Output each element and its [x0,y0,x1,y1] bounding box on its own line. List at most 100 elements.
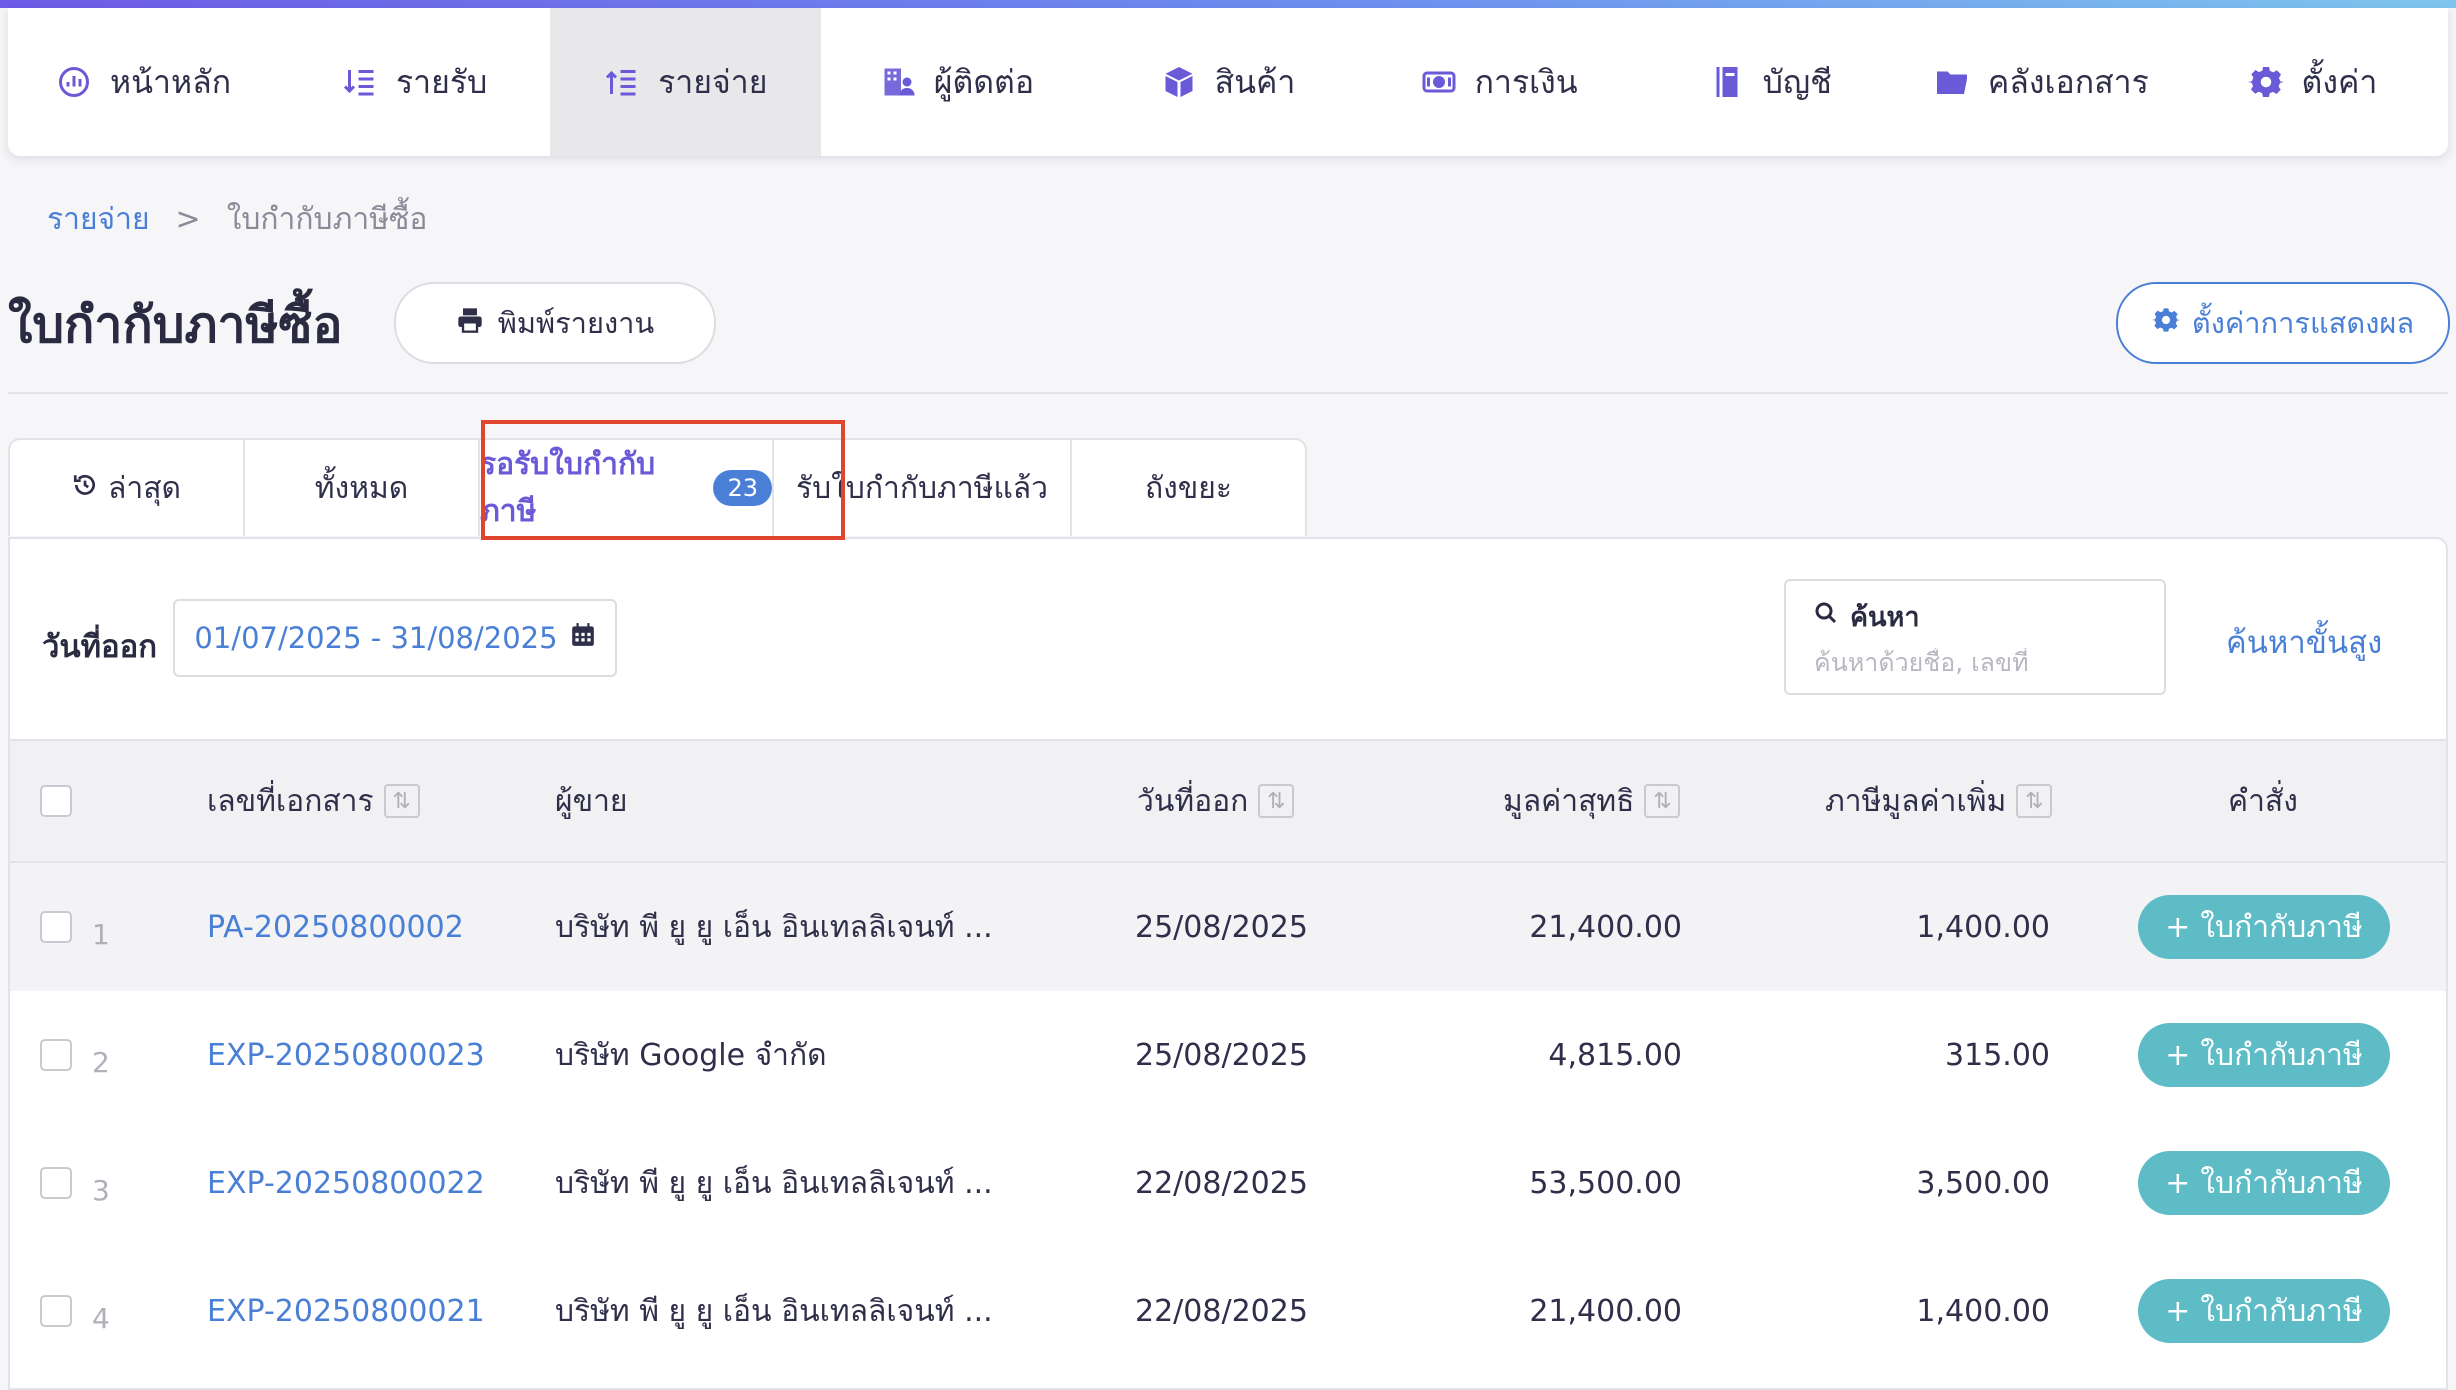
gear-icon [2247,64,2284,100]
sort-icon[interactable]: ⇅ [1258,784,1295,818]
breadcrumb: รายจ่าย > ใบกำกับภาษีซื้อ [47,196,427,243]
column-label: วันที่ออก [1137,783,1249,819]
ledger-book-icon [1709,64,1745,100]
column-label: มูลค่าสุทธิ [1503,783,1635,819]
add-tax-invoice-button[interactable]: + ใบกำกับภาษี [2138,1151,2390,1215]
nav-item-documents[interactable]: คลังเอกสาร [1906,8,2177,156]
action-cell: + ใบกำกับภาษี [2138,863,2390,991]
action-label: ใบกำกับภาษี [2200,909,2363,945]
net-value: 21,400.00 [1529,909,1682,945]
select-all-checkbox[interactable] [40,785,72,817]
column-label: ผู้ขาย [555,783,628,819]
vat-amount: 315.00 [1945,1037,2050,1073]
add-tax-invoice-button[interactable]: + ใบกำกับภาษี [2138,895,2390,959]
column-header-net-value[interactable]: มูลค่าสุทธิ ⇅ [1503,741,1681,861]
add-tax-invoice-button[interactable]: + ใบกำกับภาษี [2138,1279,2390,1343]
row-select-cell: 1 [40,863,110,991]
advanced-search-link[interactable]: ค้นหาขั้นสูง [2226,617,2382,667]
doc-number-link[interactable]: EXP-20250800021 [207,1247,485,1375]
net-value: 4,815.00 [1548,1037,1682,1073]
vendor-name: บริษัท Google จำกัด [555,1037,827,1073]
column-header-issue-date[interactable]: วันที่ออก ⇅ [1137,741,1295,861]
dashboard-icon [56,64,92,100]
sort-icon[interactable]: ⇅ [2016,784,2053,818]
tab-trash[interactable]: ถังขยะ [1070,438,1307,536]
row-checkbox[interactable] [40,1167,72,1199]
sort-icon[interactable]: ⇅ [383,784,420,818]
row-checkbox[interactable] [40,1039,72,1071]
row-select-cell: 3 [40,1119,110,1247]
net-value: 21,400.00 [1529,1293,1682,1329]
table-row[interactable]: 4 EXP-20250800021 บริษัท พี ยู ยู เอ็น อ… [10,1247,2446,1375]
nav-item-contacts[interactable]: ผู้ติดต่อ [821,8,1092,156]
vat-amount: 1,400.00 [1916,909,2050,945]
search-input[interactable] [1814,648,2134,677]
column-header-doc-no[interactable]: เลขที่เอกสาร ⇅ [207,741,420,861]
nav-item-expense[interactable]: รายจ่าย [550,8,822,156]
top-accent-bar [0,0,2456,8]
tab-tax-invoice-received[interactable]: รับใบกำกับภาษีแล้ว [772,438,1072,536]
date-filter-label: วันที่ออก [42,629,158,665]
doc-number-link[interactable]: EXP-20250800022 [207,1119,485,1247]
print-report-label: พิมพ์รายงาน [497,306,655,340]
nav-item-label: การเงิน [1474,62,1578,101]
plus-icon: + [2165,1165,2191,1201]
contacts-building-icon [880,64,916,100]
table-row[interactable]: 2 EXP-20250800023 บริษัท Google จำกัด 25… [10,991,2446,1119]
print-report-button[interactable]: พิมพ์รายงาน [394,282,716,364]
column-header-vat[interactable]: ภาษีมูลค่าเพิ่ม ⇅ [1825,741,2053,861]
date-range-value: 01/07/2025 - 31/08/2025 [194,621,558,655]
history-icon [72,471,98,506]
issue-date: 22/08/2025 [1135,1165,1308,1201]
tab-label: ล่าสุด [107,470,182,506]
tab-awaiting-tax-invoice[interactable]: รอรับใบกำกับภาษี 23 [478,438,774,536]
status-tabs: ล่าสุด ทั้งหมด รอรับใบกำกับภาษี 23 รับใบ… [8,438,1307,538]
nav-item-settings[interactable]: ตั้งค่า [2177,8,2448,156]
row-checkbox[interactable] [40,911,72,943]
nav-item-accounting[interactable]: บัญชี [1635,8,1906,156]
tab-label: รอรับใบกำกับภาษี [480,447,656,529]
income-list-icon [342,64,378,100]
documents-panel: วันที่ออก 01/07/2025 - 31/08/2025 ค้นหา … [8,537,2448,1390]
action-label: ใบกำกับภาษี [2200,1037,2363,1073]
count-badge: 23 [713,470,772,506]
table-row[interactable]: 1 PA-20250800002 บริษัท พี ยู ยู เอ็น อิ… [10,863,2446,991]
breadcrumb-parent-link[interactable]: รายจ่าย [47,196,150,243]
search-icon [1814,601,1838,632]
breadcrumb-current: ใบกำกับภาษีซื้อ [226,202,428,237]
sort-icon[interactable]: ⇅ [1644,784,1681,818]
nav-item-finance[interactable]: การเงิน [1364,8,1635,156]
action-cell: + ใบกำกับภาษี [2138,1247,2390,1375]
folder-icon [1934,64,1970,100]
doc-number-link[interactable]: EXP-20250800023 [207,991,485,1119]
row-number: 3 [92,1173,110,1207]
date-range-picker[interactable]: 01/07/2025 - 31/08/2025 [173,599,617,677]
row-checkbox[interactable] [40,1295,72,1327]
nav-item-home[interactable]: หน้าหลัก [8,8,279,156]
plus-icon: + [2165,909,2191,945]
add-tax-invoice-button[interactable]: + ใบกำกับภาษี [2138,1023,2390,1087]
search-box: ค้นหา [1784,579,2166,695]
vat-amount: 1,400.00 [1916,1293,2050,1329]
table-row[interactable]: 3 EXP-20250800022 บริษัท พี ยู ยู เอ็น อ… [10,1119,2446,1247]
vendor-name: บริษัท พี ยู ยู เอ็น อินเทลลิเจนท์ ... [555,909,993,945]
money-icon [1421,64,1457,100]
search-title: ค้นหา [1814,595,2136,638]
row-number: 2 [92,1045,110,1079]
doc-number-link[interactable]: PA-20250800002 [207,863,464,991]
main-navigation: หน้าหลัก รายรับ รายจ่าย ผู้ติดต่อ สินค้า… [8,8,2448,156]
column-label: คำสั่ง [2228,783,2298,819]
nav-item-label: ตั้งค่า [2301,62,2378,101]
page-title: ใบกำกับภาษีซื้อ [8,296,343,354]
nav-item-income[interactable]: รายรับ [279,8,550,156]
tab-label: รับใบกำกับภาษีแล้ว [795,470,1049,506]
issue-date: 25/08/2025 [1135,909,1308,945]
tab-latest[interactable]: ล่าสุด [8,438,245,536]
table-header: เลขที่เอกสาร ⇅ ผู้ขาย วันที่ออก ⇅ มูลค่า… [10,739,2446,863]
tab-all[interactable]: ทั้งหมด [243,438,480,536]
display-settings-button[interactable]: ตั้งค่าการแสดงผล [2116,282,2450,364]
calendar-icon [570,621,596,655]
nav-item-products[interactable]: สินค้า [1092,8,1363,156]
action-label: ใบกำกับภาษี [2200,1293,2363,1329]
breadcrumb-separator: > [175,202,201,237]
